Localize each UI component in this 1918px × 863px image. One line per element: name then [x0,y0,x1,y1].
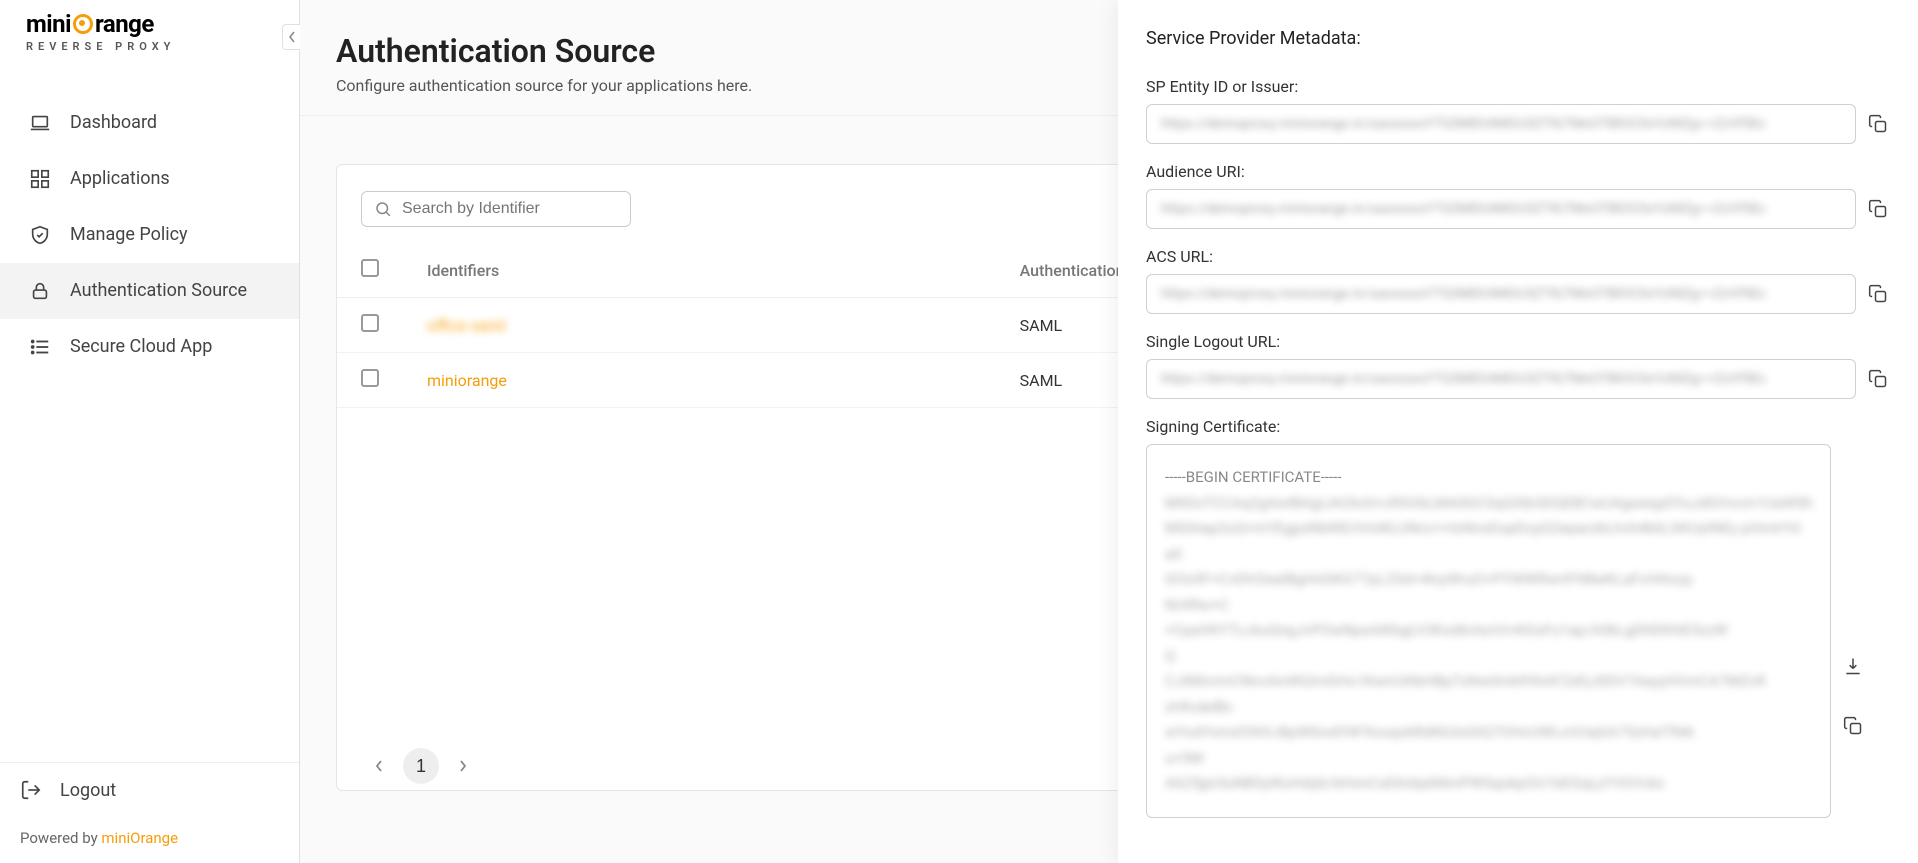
field-label: Single Logout URL: [1146,332,1890,351]
col-identifiers: Identifiers [403,243,996,298]
main: Authentication Source Configure authenti… [300,0,1918,863]
cert-line: MIIDxTCCAq2gAwIBAgIJAOtoS+cRSVbLMA0GCSqG… [1165,491,1812,517]
sidebar-item-label: Applications [70,167,170,190]
cert-line: A625jpUluNBSytKoHdyb/bHxnCuE6nbp6NmPWSqo… [1165,771,1812,797]
panel-title: Service Provider Metadata: [1146,28,1890,49]
certificate-textarea[interactable]: -----BEGIN CERTIFICATE----- MIIDxTCCAq2g… [1146,444,1831,818]
sidebar-item-label: Manage Policy [70,223,188,246]
row-identifier[interactable]: office saml [403,298,996,353]
copy-icon[interactable] [1866,112,1890,136]
field-audience-uri: Audience URI: https://demoproxy.minioran… [1146,162,1890,229]
sidebar-item-label: Dashboard [70,111,157,134]
cert-line: wYodYxmsf3XXJ8pW0nxEf4FXouqvbRdKb3oGtQ7O… [1165,720,1812,746]
brand-link[interactable]: miniOrange [101,829,178,847]
logout-label: Logout [60,780,116,801]
field-label: Signing Certificate: [1146,417,1890,436]
field-single-logout-url: Single Logout URL: https://demoproxy.min… [1146,332,1890,399]
footer: Powered by miniOrange [0,817,299,863]
copy-icon[interactable] [1866,367,1890,391]
cert-begin-line: -----BEGIN CERTIFICATE----- [1165,465,1812,491]
sidebar-item-dashboard[interactable]: Dashboard [0,95,299,151]
search-input-wrap[interactable] [361,191,631,227]
cert-line: NrXRw+C [1165,593,1812,619]
field-sp-entity-id: SP Entity ID or Issuer: https://demoprox… [1146,77,1890,144]
sidebar-item-label: Authentication Source [70,279,247,302]
download-icon[interactable] [1841,654,1865,678]
cert-line: +CpaVKYTLckuQngJvPOwNpsAIKbgLV3Kxd6vlsnV… [1165,618,1812,644]
copy-icon[interactable] [1866,197,1890,221]
copy-icon[interactable] [1841,714,1865,738]
brand-logo: mini range REVERSE PROXY [0,0,299,67]
cert-line: MSAtap2uQ+mYEgpzNbWErtVsWLUNrcr+rtxNnsDu… [1165,516,1812,542]
sidebar-item-manage-policy[interactable]: Manage Policy [0,207,299,263]
field-signing-certificate: Signing Certificate: -----BEGIN CERTIFIC… [1146,417,1890,818]
cert-line: GOxXF+CvDH2eatBgHnDKG77pLZSd+4lxyWruO+PY… [1165,567,1812,593]
field-label: SP Entity ID or Issuer: [1146,77,1890,96]
brand-subtitle: REVERSE PROXY [26,40,175,53]
cert-line: u+5M [1165,746,1812,772]
sidebar-collapse-button[interactable] [282,24,300,50]
row-checkbox[interactable] [361,369,379,387]
field-label: ACS URL: [1146,247,1890,266]
sidebar-item-label: Secure Cloud App [70,335,212,358]
cert-line: aS [1165,542,1812,568]
laptop-icon [28,111,52,135]
brand-text-left: mini [26,10,71,38]
logout-button[interactable]: Logout [0,762,299,817]
sidebar-nav: Dashboard Applications Manage Policy Aut… [0,67,299,762]
cert-line: Q [1165,644,1812,670]
cert-line: zHfcdelBc [1165,695,1812,721]
lock-icon [28,279,52,303]
field-value[interactable]: https://demoproxy.miniorange.in/saxxxxxx… [1146,104,1856,144]
page-1-button[interactable]: 1 [403,748,439,784]
row-identifier[interactable]: miniorange [403,353,996,408]
sidebar-item-secure-cloud-app[interactable]: Secure Cloud App [0,319,299,375]
prev-page-button[interactable] [361,748,397,784]
sidebar-item-authentication-source[interactable]: Authentication Source [0,263,299,319]
logout-icon [20,779,42,801]
search-input[interactable] [402,200,618,218]
field-value[interactable]: https://demoproxy.miniorange.in/saxxxxxx… [1146,359,1856,399]
sidebar: mini range REVERSE PROXY Dashboard [0,0,300,863]
apps-icon [28,167,52,191]
next-page-button[interactable] [445,748,481,784]
copy-icon[interactable] [1866,282,1890,306]
cert-line: CJiN0vrmCNnvAmRGImGHo1Kwm3ItbHBpTzNw0mkf… [1165,669,1812,695]
powered-by-text: Powered by [20,829,101,847]
field-value[interactable]: https://demoproxy.miniorange.in/saxxxxxx… [1146,274,1856,314]
select-all-checkbox[interactable] [361,259,379,277]
field-label: Audience URI: [1146,162,1890,181]
list-icon [28,335,52,359]
field-value[interactable]: https://demoproxy.miniorange.in/saxxxxxx… [1146,189,1856,229]
brand-text-right: range [95,10,154,38]
brand-o-icon [73,14,93,34]
metadata-panel: Service Provider Metadata: SP Entity ID … [1118,0,1918,863]
sidebar-item-applications[interactable]: Applications [0,151,299,207]
field-acs-url: ACS URL: https://demoproxy.miniorange.in… [1146,247,1890,314]
row-checkbox[interactable] [361,314,379,332]
shield-icon [28,223,52,247]
search-icon [374,200,392,218]
